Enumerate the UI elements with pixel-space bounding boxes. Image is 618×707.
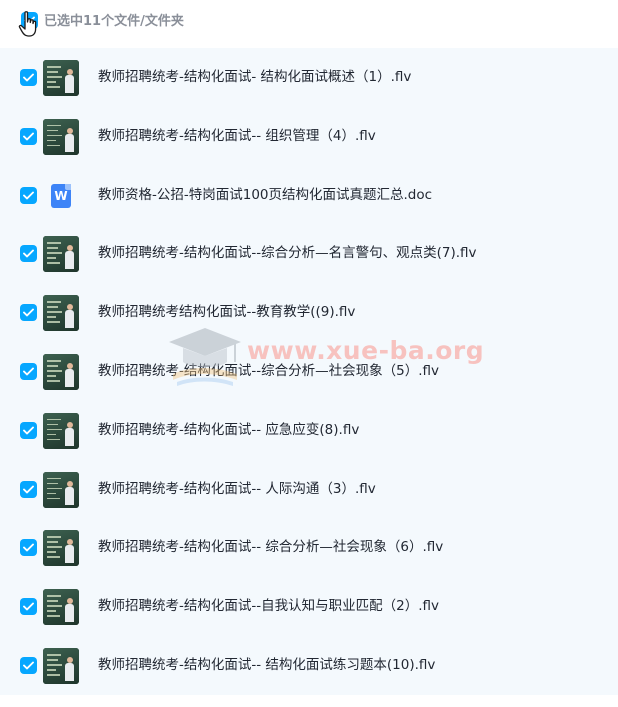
file-row[interactable]: 教师招聘统考-结构化面试-- 综合分析—社会现象（6）.flv (0, 518, 618, 577)
video-thumbnail (43, 295, 79, 332)
file-row[interactable]: 教师招聘统考-结构化面试-- 应急应变(8).flv (0, 401, 618, 460)
file-name: 教师招聘统考-结构化面试--综合分析—名言警句、观点类(7).flv (98, 245, 477, 262)
file-row[interactable]: 教师招聘统考-结构化面试-- 人际沟通（3）.flv (0, 460, 618, 519)
video-thumbnail (43, 118, 79, 155)
check-icon (23, 367, 34, 376)
file-row[interactable]: W 教师资格-公招-特岗面试100页结构化面试真题汇总.doc (0, 166, 618, 225)
select-all-checkbox[interactable] (21, 12, 38, 29)
video-thumbnail (43, 236, 79, 273)
file-name: 教师招聘统考-结构化面试--综合分析—社会现象（5）.flv (98, 363, 439, 379)
file-checkbox[interactable] (20, 304, 37, 322)
file-row[interactable]: 教师招聘统考-结构化面试--综合分析—名言警句、观点类(7).flv (0, 224, 618, 283)
video-thumbnail (43, 471, 79, 508)
file-checkbox[interactable] (20, 598, 37, 616)
file-row[interactable]: 教师招聘统考-结构化面试-- 结构化面试练习题本(10).flv (0, 636, 618, 695)
file-row[interactable]: 教师招聘统考-结构化面试--自我认知与职业匹配（2）.flv (0, 577, 618, 636)
file-name: 教师招聘统考-结构化面试- 结构化面试概述（1）.flv (98, 69, 412, 85)
file-checkbox[interactable] (20, 363, 37, 380)
check-icon (23, 132, 34, 141)
video-thumbnail (43, 412, 79, 449)
file-row[interactable]: 教师招聘统考-结构化面试-- 组织管理（4）.flv (0, 107, 618, 166)
check-icon (23, 661, 34, 670)
check-icon (23, 308, 34, 317)
file-checkbox[interactable] (20, 69, 37, 86)
video-thumbnail (43, 354, 79, 390)
file-checkbox[interactable] (20, 657, 37, 674)
video-thumbnail (43, 60, 79, 96)
file-checkbox[interactable] (20, 539, 37, 557)
file-name: 教师招聘统考-结构化面试-- 综合分析—社会现象（6）.flv (98, 539, 444, 556)
check-icon (23, 602, 34, 611)
file-checkbox[interactable] (20, 186, 37, 204)
file-name: 教师资格-公招-特岗面试100页结构化面试真题汇总.doc (98, 186, 433, 203)
file-name: 教师招聘统考-结构化面试-- 组织管理（4）.flv (98, 127, 376, 144)
file-name: 教师招聘统考-结构化面试--自我认知与职业匹配（2）.flv (98, 598, 439, 615)
check-icon (23, 73, 34, 82)
file-checkbox[interactable] (20, 480, 37, 498)
selection-header: 已选中11个文件/文件夹 (0, 0, 618, 44)
check-icon (23, 543, 34, 552)
file-name: 教师招聘统考-结构化面试-- 人际沟通（3）.flv (98, 480, 376, 497)
check-icon (23, 426, 34, 435)
file-list: 教师招聘统考-结构化面试- 结构化面试概述（1）.flv 教师招聘统考-结构化面试… (0, 48, 618, 695)
file-checkbox[interactable] (20, 245, 37, 263)
word-doc-icon: W (51, 183, 71, 208)
video-thumbnail (43, 648, 79, 684)
selection-count-text: 已选中11个文件/文件夹 (44, 14, 184, 29)
file-row[interactable]: 教师招聘统考-结构化面试- 结构化面试概述（1）.flv (0, 48, 618, 107)
check-icon (23, 485, 34, 494)
file-row[interactable]: 教师招聘统考结构化面试--教育教学((9).flv (0, 283, 618, 342)
file-checkbox[interactable] (20, 421, 37, 439)
check-icon (23, 191, 34, 200)
video-thumbnail (43, 589, 79, 626)
check-icon (23, 249, 34, 258)
file-name: 教师招聘统考-结构化面试-- 结构化面试练习题本(10).flv (98, 657, 436, 673)
file-name: 教师招聘统考结构化面试--教育教学((9).flv (98, 304, 356, 321)
file-checkbox[interactable] (20, 127, 37, 145)
video-thumbnail (43, 530, 79, 567)
file-row[interactable]: 教师招聘统考-结构化面试--综合分析—社会现象（5）.flv (0, 342, 618, 401)
file-name: 教师招聘统考-结构化面试-- 应急应变(8).flv (98, 421, 360, 438)
check-icon (24, 16, 35, 25)
